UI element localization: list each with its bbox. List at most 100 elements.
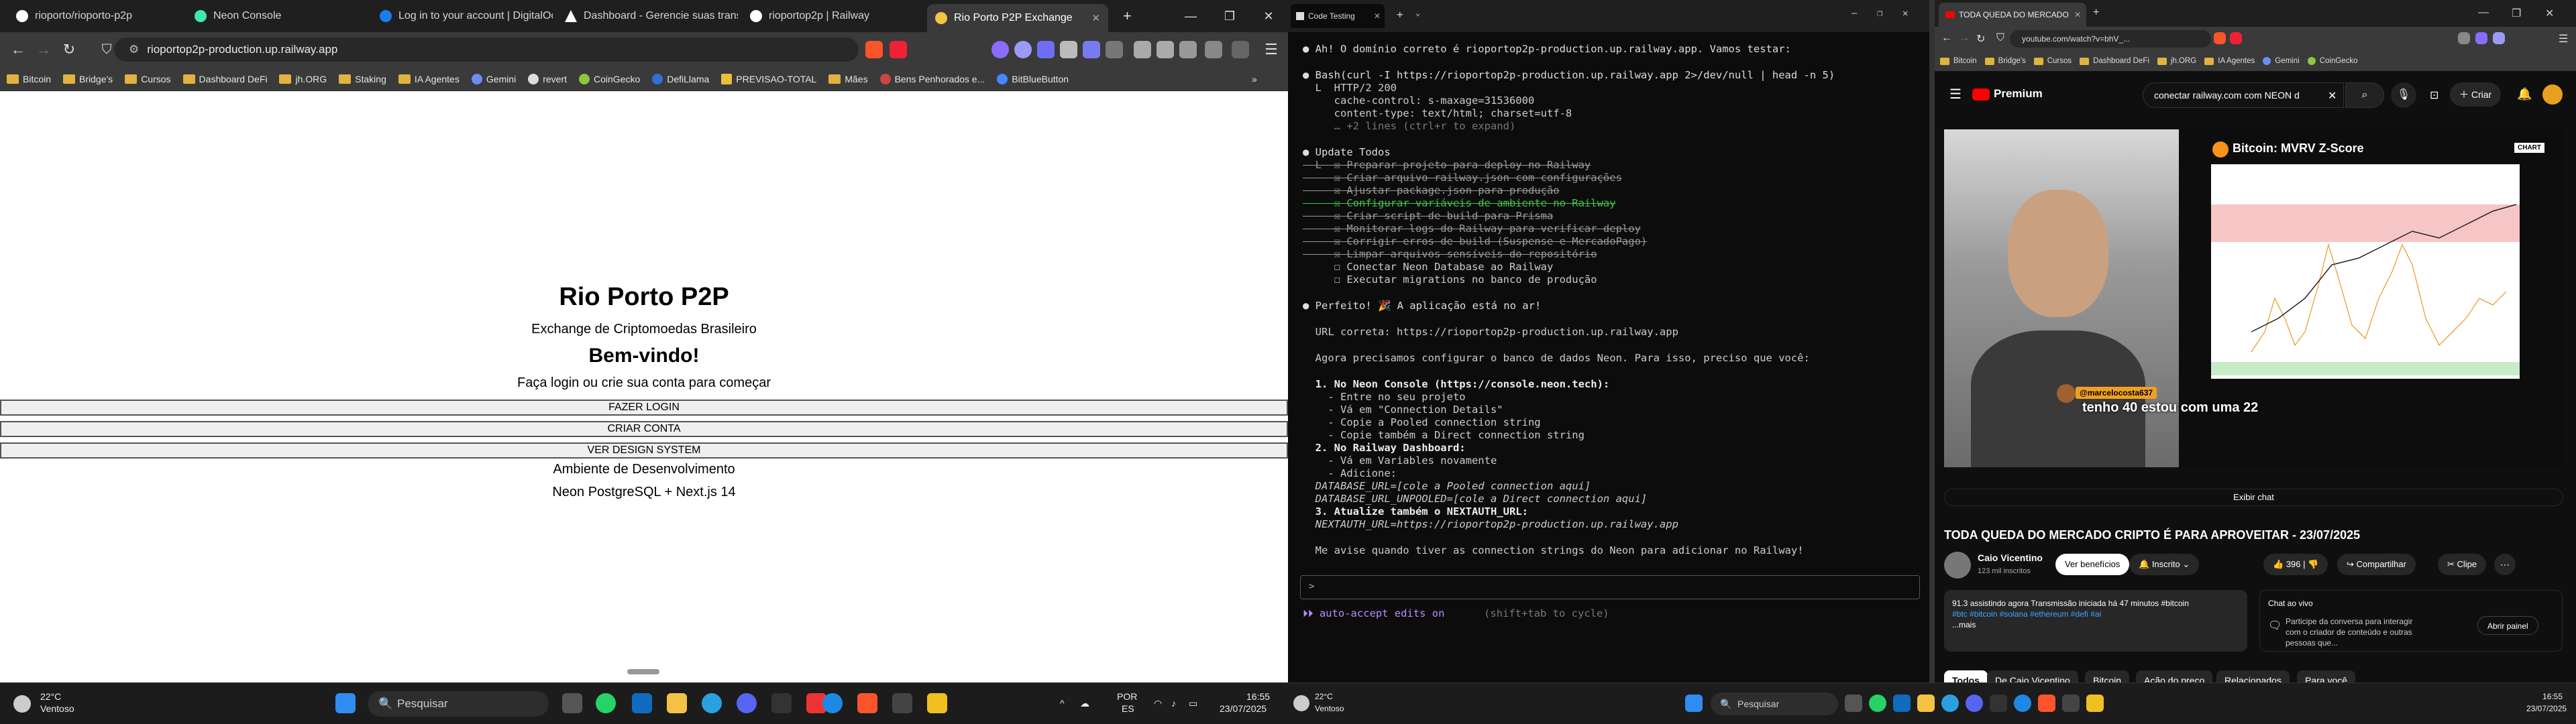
bookmark-bitbluebutton[interactable]: BitBlueButton [997, 73, 1069, 84]
extension-icon[interactable] [2493, 32, 2505, 44]
close-tab-icon[interactable]: ✕ [1374, 11, 1381, 21]
wallet-icon[interactable] [1179, 41, 1197, 58]
bookmark-ia-agentes[interactable]: IA Agentes [2204, 57, 2255, 65]
edge-icon[interactable] [822, 693, 843, 713]
dropdown-icon[interactable]: ⌄ [1415, 8, 1420, 17]
bookmark-bridges[interactable]: Bridge's [1984, 57, 2026, 65]
login-button[interactable]: FAZER LOGIN [0, 400, 1288, 416]
new-tab-icon[interactable]: + [1397, 8, 1403, 21]
wifi-icon[interactable]: ◠ [1154, 698, 1162, 709]
bookmark-dashboard-defi[interactable]: Dashboard DeFi [182, 74, 267, 84]
tab-github[interactable]: rioporto/rioporto-p2p [8, 4, 182, 28]
clip-button[interactable]: ✂ Clipe [2438, 554, 2487, 575]
extension-icon[interactable] [1060, 41, 1077, 58]
outlook-icon[interactable] [632, 693, 652, 713]
bookmark-staking[interactable]: Staking [339, 74, 386, 84]
channel-name[interactable]: Caio Vicentino [1978, 552, 2043, 563]
bookmark-dashboard-defi[interactable]: Dashboard DeFi [2080, 57, 2149, 65]
minimize-icon[interactable]: — [1171, 9, 1210, 23]
terminal-icon[interactable] [892, 693, 912, 713]
minimize-icon[interactable]: — [2478, 7, 2489, 19]
cast-icon[interactable]: ⊡ [2430, 88, 2438, 102]
maximize-icon[interactable]: ❐ [2512, 7, 2521, 20]
forward-icon[interactable]: → [31, 41, 56, 58]
bookmark-bitcoin[interactable]: Bitcoin [1940, 57, 1977, 65]
brave-shield-icon[interactable] [2214, 32, 2226, 44]
bookmark-cursos[interactable]: Cursos [2033, 57, 2072, 65]
puzzle-icon[interactable] [1106, 41, 1123, 58]
search-icon[interactable]: ⌕ [2345, 82, 2384, 108]
design-system-button[interactable]: VER DESIGN SYSTEM [0, 442, 1288, 459]
reload-icon[interactable]: ↻ [56, 41, 82, 58]
app-icon[interactable] [1990, 695, 2007, 712]
bookmark-defillama[interactable]: DefiLlama [652, 73, 709, 84]
menu-icon[interactable]: ☰ [2559, 32, 2568, 46]
taskbar-search[interactable]: 🔍 Pesquisar [1711, 692, 1838, 715]
volume-icon[interactable]: ♪ [1171, 698, 1176, 709]
battery-icon[interactable]: ▭ [1189, 698, 1197, 709]
create-button[interactable]: ＋ Criar [2450, 82, 2502, 107]
brave-icon[interactable] [2038, 695, 2055, 712]
subscribed-button[interactable]: 🔔 Inscrito ⌄ [2129, 554, 2200, 575]
youtube-premium-logo[interactable]: Premium [1994, 87, 2043, 101]
notifications-icon[interactable]: 🔔 [2517, 87, 2532, 101]
terminal-tab[interactable]: Code Testing ✕ [1291, 4, 1385, 28]
reload-icon[interactable]: ↻ [1976, 32, 1985, 46]
close-icon[interactable]: ✕ [1249, 9, 1288, 23]
bookmark-gemini[interactable]: Gemini [2263, 57, 2300, 65]
task-view-icon[interactable] [562, 693, 582, 713]
description-box[interactable]: 91.3 assistindo agora Transmissão inicia… [1944, 590, 2247, 652]
clock-date[interactable]: 23/07/2025 [2526, 703, 2567, 715]
terminal-icon[interactable] [2062, 695, 2080, 712]
brave-shield-icon[interactable] [865, 41, 883, 58]
language-bottom[interactable]: ES [1122, 703, 1134, 715]
outlook-icon[interactable] [1893, 695, 1911, 712]
address-bar[interactable]: youtube.com/watch?v=bhV_... [2010, 30, 2211, 48]
new-tab-button[interactable]: + [2093, 7, 2099, 19]
maximize-icon[interactable]: ❐ [1877, 8, 1882, 19]
video-player[interactable]: Bitcoin: MVRV Z-Score CHART @marcelocost… [1944, 129, 2563, 467]
pane-divider[interactable] [1929, 0, 1935, 682]
telegram-icon[interactable] [702, 693, 722, 713]
signup-button[interactable]: CRIAR CONTA [0, 421, 1288, 437]
minimize-icon[interactable]: — [1851, 8, 1857, 19]
extension-icon[interactable] [1083, 41, 1100, 58]
tab-rio-porto[interactable]: Rio Porto P2P Exchange ✕ [927, 4, 1108, 32]
bookmark-bens[interactable]: Bens Penhorados e... [879, 73, 985, 84]
bookmark-maes[interactable]: Mães [828, 74, 868, 84]
bookmark-previsao[interactable]: PREVISAO-TOTAL [721, 73, 816, 84]
hamburger-icon[interactable]: ☰ [1949, 86, 1962, 103]
telegram-icon[interactable] [1941, 695, 1959, 712]
extension-icon[interactable] [2458, 32, 2470, 44]
cloud-icon[interactable]: ☁ [1080, 698, 1089, 709]
share-button[interactable]: ↪ Compartilhar [2337, 554, 2416, 575]
open-panel-button[interactable]: Abrir painel [2477, 616, 2538, 635]
bookmark-jh-org[interactable]: jh.ORG [279, 74, 327, 84]
youtube-logo-icon[interactable] [1972, 88, 1990, 101]
clock-date[interactable]: 23/07/2025 [1220, 703, 1267, 715]
more-actions-icon[interactable]: ⋯ [2494, 554, 2516, 575]
extension-icon[interactable] [1014, 41, 1032, 58]
tab-railway[interactable]: rioportop2p | Railway [742, 4, 923, 28]
discord-icon[interactable] [1966, 695, 1983, 712]
windows-start-icon[interactable] [335, 693, 356, 713]
forward-icon[interactable]: → [1959, 32, 1970, 44]
benefits-button[interactable]: Ver benefícios [2055, 554, 2130, 575]
brave-rewards-icon[interactable] [2230, 32, 2242, 44]
whatsapp-icon[interactable] [596, 693, 616, 713]
file-explorer-icon[interactable] [667, 693, 687, 713]
clock-time[interactable]: 16:55 [2542, 691, 2563, 703]
claude-input-box[interactable]: > [1300, 575, 1920, 599]
tab-youtube[interactable]: TODA QUEDA DO MERCADO ✕ [1939, 3, 2086, 27]
tab-digitalocean[interactable]: Log in to your account | DigitalOcean [372, 4, 553, 28]
download-icon[interactable] [1205, 41, 1222, 58]
bookmark-jh-org[interactable]: jh.ORG [2157, 57, 2196, 65]
address-bar[interactable]: ⚙ rioportop2p-production.up.railway.app [114, 38, 859, 62]
description-tags[interactable]: #btc #bitcoin #solana #ethereum #defi #a… [1952, 609, 2239, 619]
close-icon[interactable]: ✕ [1902, 8, 1908, 19]
description-more[interactable]: ...mais [1952, 619, 2239, 630]
back-icon[interactable]: ← [5, 41, 31, 58]
weather-icon[interactable] [1293, 695, 1309, 711]
bookmark-icon[interactable]: ⛉ [1996, 32, 2004, 44]
sidebar-icon[interactable] [1157, 41, 1174, 58]
